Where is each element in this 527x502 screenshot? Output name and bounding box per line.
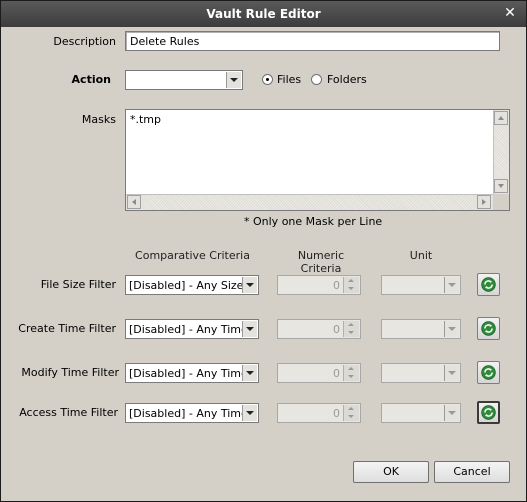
cancel-button[interactable]: Cancel [434,461,510,483]
file-size-refresh-button[interactable] [477,273,500,296]
close-icon[interactable]: ✕ [502,5,518,21]
masks-label: Masks [81,113,116,126]
access-time-criteria-select[interactable]: [Disabled] - Any Time [125,403,259,423]
stepper-down-icon[interactable] [344,329,359,337]
file-size-criteria-select[interactable]: [Disabled] - Any Size [125,275,259,295]
access-time-criteria-value: [Disabled] - Any Time [129,407,248,420]
chevron-down-icon[interactable] [242,405,257,421]
unit-header: Unit [409,249,433,262]
file-size-numeric-value: 0 [333,279,340,292]
access-time-refresh-button[interactable] [477,401,500,424]
create-time-criteria-value: [Disabled] - Any Time [129,323,248,336]
create-time-unit-select[interactable] [381,319,461,339]
stepper-down-icon[interactable] [344,413,359,421]
folders-radio[interactable] [311,74,322,85]
masks-horizontal-scrollbar[interactable] [126,194,493,210]
create-time-refresh-button[interactable] [477,317,500,340]
refresh-icon [481,321,496,336]
scroll-up-icon[interactable] [494,111,508,125]
create-time-numeric-value: 0 [333,323,340,336]
scroll-down-icon[interactable] [494,179,508,193]
scroll-corner [493,194,509,210]
comparative-criteria-header: Comparative Criteria [135,249,250,262]
action-select[interactable] [125,70,243,90]
vault-rule-editor-window: Vault Rule Editor ✕ Description Delete R… [0,0,527,502]
description-label: Description [53,35,116,48]
masks-textarea[interactable]: *.tmp [125,109,510,211]
action-label: Action [71,73,111,86]
description-input[interactable]: Delete Rules [125,31,500,51]
files-radio-label[interactable]: Files [277,73,301,86]
create-time-numeric-stepper[interactable]: 0 [277,319,361,339]
ok-button[interactable]: OK [353,461,429,483]
chevron-down-icon[interactable] [444,365,459,381]
modify-time-unit-select[interactable] [381,363,461,383]
numeric-criteria-header: Numeric Criteria [297,249,345,275]
scroll-left-icon[interactable] [127,195,141,209]
modify-time-criteria-select[interactable]: [Disabled] - Any Time [125,363,259,383]
title-bar[interactable]: Vault Rule Editor ✕ [1,1,526,27]
chevron-down-icon[interactable] [226,72,241,88]
masks-hint: * Only one Mask per Line [244,215,383,228]
chevron-down-icon[interactable] [444,405,459,421]
modify-time-criteria-value: [Disabled] - Any Time [129,367,248,380]
modify-time-filter-label: Modify Time Filter [21,366,119,379]
chevron-down-icon[interactable] [242,277,257,293]
file-size-unit-select[interactable] [381,275,461,295]
chevron-down-icon[interactable] [242,365,257,381]
files-radio[interactable] [262,74,273,85]
access-time-numeric-value: 0 [333,407,340,420]
create-time-filter-label: Create Time Filter [18,322,116,335]
scroll-right-icon[interactable] [477,195,491,209]
refresh-icon [481,405,496,420]
access-time-filter-label: Access Time Filter [19,406,118,419]
chevron-down-icon[interactable] [242,321,257,337]
chevron-down-icon[interactable] [444,321,459,337]
stepper-down-icon[interactable] [344,373,359,381]
access-time-numeric-stepper[interactable]: 0 [277,403,361,423]
stepper-down-icon[interactable] [344,285,359,293]
file-size-criteria-value: [Disabled] - Any Size [129,279,244,292]
modify-time-numeric-stepper[interactable]: 0 [277,363,361,383]
chevron-down-icon[interactable] [444,277,459,293]
window-title: Vault Rule Editor [206,7,321,21]
folders-radio-label[interactable]: Folders [327,73,367,86]
refresh-icon [481,365,496,380]
dialog-body: Description Delete Rules Action Files Fo… [4,27,523,498]
refresh-icon [481,277,496,292]
file-size-numeric-stepper[interactable]: 0 [277,275,361,295]
modify-time-refresh-button[interactable] [477,361,500,384]
create-time-criteria-select[interactable]: [Disabled] - Any Time [125,319,259,339]
masks-text[interactable]: *.tmp [130,113,161,126]
modify-time-numeric-value: 0 [333,367,340,380]
access-time-unit-select[interactable] [381,403,461,423]
file-size-filter-label: File Size Filter [40,278,116,291]
masks-vertical-scrollbar[interactable] [493,110,509,194]
